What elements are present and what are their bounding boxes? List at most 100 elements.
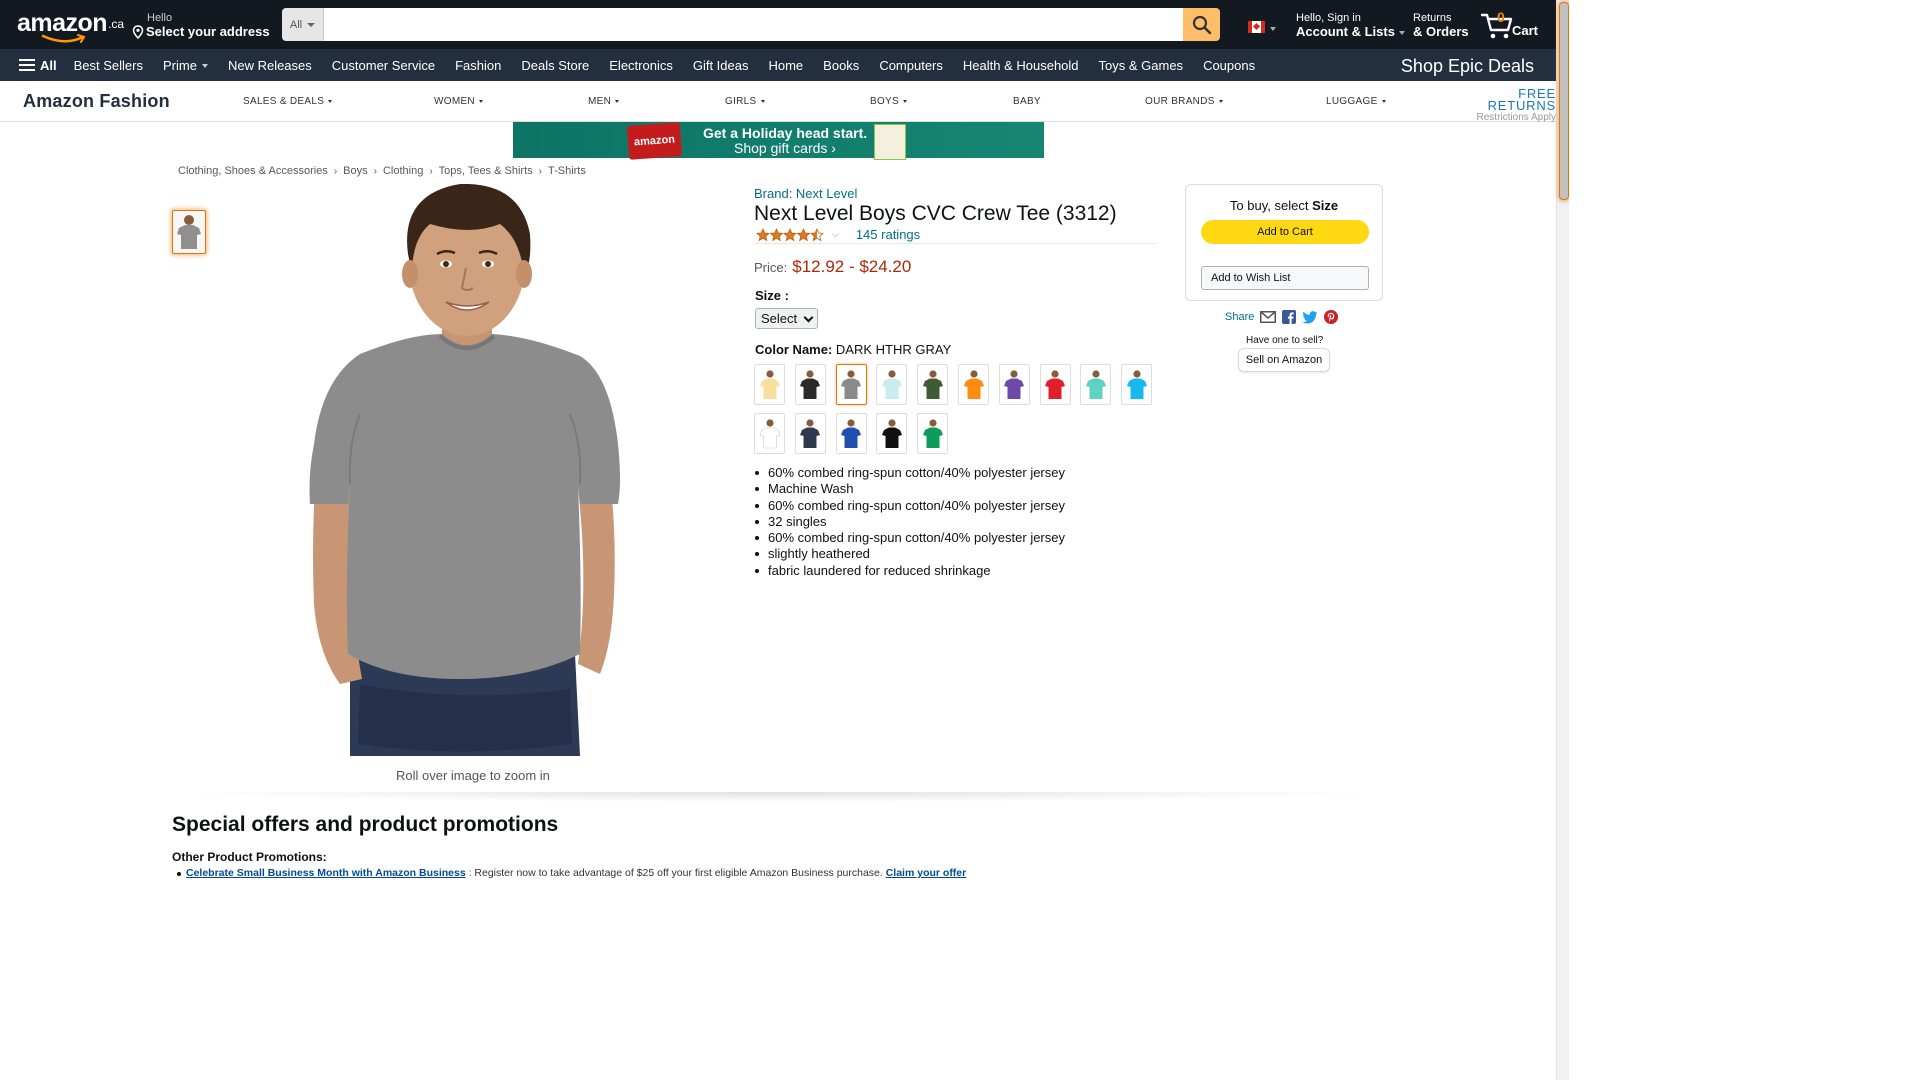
color-label: Color Name: bbox=[755, 342, 833, 357]
fashion-nav-men[interactable]: MEN bbox=[588, 96, 620, 107]
claim-offer-link[interactable]: Claim your offer bbox=[886, 867, 967, 879]
fashion-nav-boys[interactable]: BOYS bbox=[870, 96, 907, 107]
have-one-to-sell: Have one to sell? bbox=[1246, 335, 1324, 346]
price-block: Price: $12.92 - $24.20 bbox=[754, 257, 911, 277]
add-to-cart-button[interactable]: Add to Cart bbox=[1201, 220, 1369, 244]
nav-link-best-sellers[interactable]: Best Sellers bbox=[74, 58, 143, 73]
color-swatch[interactable] bbox=[876, 364, 908, 405]
fashion-nav-sales-deals[interactable]: SALES & DEALS bbox=[243, 96, 333, 107]
breadcrumb-item[interactable]: Tops, Tees & Shirts bbox=[439, 165, 533, 177]
nav-link-books[interactable]: Books bbox=[823, 58, 859, 73]
tshirt-icon bbox=[759, 418, 780, 448]
shop-epic-deals-link[interactable]: Shop Epic Deals bbox=[1401, 56, 1534, 77]
price-label: Price: bbox=[754, 260, 788, 275]
breadcrumb-item[interactable]: T-Shirts bbox=[548, 165, 586, 177]
tshirt-icon bbox=[800, 369, 821, 399]
color-swatch[interactable] bbox=[917, 413, 949, 454]
nav-link-computers[interactable]: Computers bbox=[879, 58, 943, 73]
chevron-right-icon: › bbox=[373, 165, 377, 177]
fashion-nav-girls[interactable]: GIRLS bbox=[725, 96, 765, 107]
color-swatch[interactable] bbox=[876, 413, 908, 454]
search-button[interactable] bbox=[1183, 8, 1220, 41]
chevron-down-icon[interactable]: ⌵ bbox=[832, 229, 839, 240]
color-swatch[interactable] bbox=[958, 364, 989, 405]
tshirt-icon bbox=[841, 369, 862, 399]
color-swatch[interactable] bbox=[794, 364, 826, 405]
color-swatch[interactable] bbox=[1039, 364, 1071, 405]
nav-link-customer-service[interactable]: Customer Service bbox=[332, 58, 435, 73]
fashion-nav-label: GIRLS bbox=[725, 96, 757, 107]
nav-link-gift-ideas[interactable]: Gift Ideas bbox=[693, 58, 749, 73]
breadcrumb-item[interactable]: Clothing, Shoes & Accessories bbox=[178, 165, 328, 177]
fashion-nav-baby[interactable]: BABY bbox=[1013, 96, 1041, 107]
fashion-nav-label: SALES & DEALS bbox=[243, 96, 325, 107]
scrollbar-thumb[interactable] bbox=[1559, 2, 1569, 200]
nav-link-health-household[interactable]: Health & Household bbox=[963, 58, 1079, 73]
search-category-dropdown[interactable]: All bbox=[282, 8, 324, 41]
size-dropdown[interactable]: Select bbox=[755, 308, 818, 329]
color-swatch[interactable] bbox=[1121, 364, 1153, 405]
color-swatch[interactable] bbox=[754, 413, 785, 454]
color-swatch[interactable] bbox=[998, 364, 1030, 405]
nav-link-electronics[interactable]: Electronics bbox=[609, 58, 673, 73]
cart-button[interactable]: 0 Cart bbox=[1481, 9, 1541, 43]
tshirt-icon bbox=[1045, 369, 1066, 399]
add-to-wishlist-button[interactable]: Add to Wish List bbox=[1201, 266, 1369, 290]
breadcrumb-item[interactable]: Clothing bbox=[383, 165, 423, 177]
rating-summary[interactable]: ⌵ 145 ratings bbox=[756, 227, 920, 242]
pinterest-icon[interactable] bbox=[1324, 310, 1339, 324]
brand-link[interactable]: Brand: Next Level bbox=[754, 186, 857, 201]
free-returns-badge[interactable]: FREE RETURNS Restrictions Apply bbox=[1446, 86, 1556, 124]
deliver-to[interactable]: Hello Select your address bbox=[132, 11, 270, 39]
size-dropdown-value: Select bbox=[761, 311, 798, 326]
cart-label: Cart bbox=[1512, 23, 1539, 38]
product-main-image[interactable] bbox=[300, 184, 630, 756]
gift-box-image bbox=[874, 124, 906, 160]
nav-link-deals-store[interactable]: Deals Store bbox=[521, 58, 589, 73]
amazon-logo[interactable]: amazon .ca bbox=[17, 9, 124, 43]
color-swatch[interactable] bbox=[835, 413, 867, 454]
color-swatch[interactable] bbox=[754, 364, 785, 405]
image-thumbnail[interactable] bbox=[172, 210, 206, 254]
amazon-fashion-logo[interactable]: Amazon Fashion bbox=[23, 91, 170, 112]
color-swatch[interactable] bbox=[794, 413, 826, 454]
gift-card-image: amazon bbox=[626, 122, 683, 160]
ratings-count-link[interactable]: 145 ratings bbox=[856, 227, 920, 242]
color-swatch[interactable] bbox=[1080, 364, 1112, 405]
tshirt-icon bbox=[922, 369, 943, 399]
sell-on-amazon-button[interactable]: Sell on Amazon bbox=[1238, 348, 1330, 372]
search-input[interactable] bbox=[324, 8, 1183, 41]
gift-card-banner[interactable]: amazon Get a Holiday head start. Shop gi… bbox=[513, 122, 1044, 160]
breadcrumb-item[interactable]: Boys bbox=[343, 165, 367, 177]
fashion-nav-our-brands[interactable]: OUR BRANDS bbox=[1145, 96, 1223, 107]
twitter-icon[interactable] bbox=[1302, 310, 1318, 324]
nav-link-home[interactable]: Home bbox=[768, 58, 803, 73]
nav-link-coupons[interactable]: Coupons bbox=[1203, 58, 1255, 73]
fashion-nav-luggage[interactable]: LUGGAGE bbox=[1326, 96, 1386, 107]
page-scrollbar[interactable] bbox=[1556, 0, 1569, 1080]
chevron-right-icon: › bbox=[429, 165, 433, 177]
facebook-icon[interactable] bbox=[1282, 310, 1297, 324]
returns-orders[interactable]: Returns & Orders bbox=[1413, 12, 1469, 38]
color-swatch[interactable] bbox=[835, 364, 867, 405]
tshirt-icon bbox=[1085, 369, 1106, 399]
fashion-nav-label: MEN bbox=[588, 96, 612, 107]
all-menu-button[interactable]: All bbox=[19, 58, 57, 73]
email-icon[interactable] bbox=[1260, 311, 1277, 323]
fashion-nav-label: BOYS bbox=[870, 96, 899, 107]
caret-down-icon bbox=[307, 22, 316, 27]
color-swatch[interactable] bbox=[917, 364, 949, 405]
nav-link-prime[interactable]: Prime bbox=[163, 58, 208, 73]
caret-down-icon bbox=[201, 64, 208, 69]
share-label: Share bbox=[1225, 311, 1255, 323]
fashion-nav-women[interactable]: WOMEN bbox=[434, 96, 483, 107]
smile-icon bbox=[41, 34, 86, 43]
nav-link-toys-games[interactable]: Toys & Games bbox=[1099, 58, 1184, 73]
account-menu[interactable]: Hello, Sign in Account & Lists bbox=[1296, 12, 1405, 38]
language-selector[interactable] bbox=[1248, 21, 1276, 33]
free-returns-label: FREE RETURNS bbox=[1487, 86, 1556, 113]
nav-link-new-releases[interactable]: New Releases bbox=[228, 58, 312, 73]
thumbnail-image bbox=[177, 215, 201, 249]
promotion-link[interactable]: Celebrate Small Business Month with Amaz… bbox=[186, 867, 466, 879]
nav-link-fashion[interactable]: Fashion bbox=[455, 58, 501, 73]
